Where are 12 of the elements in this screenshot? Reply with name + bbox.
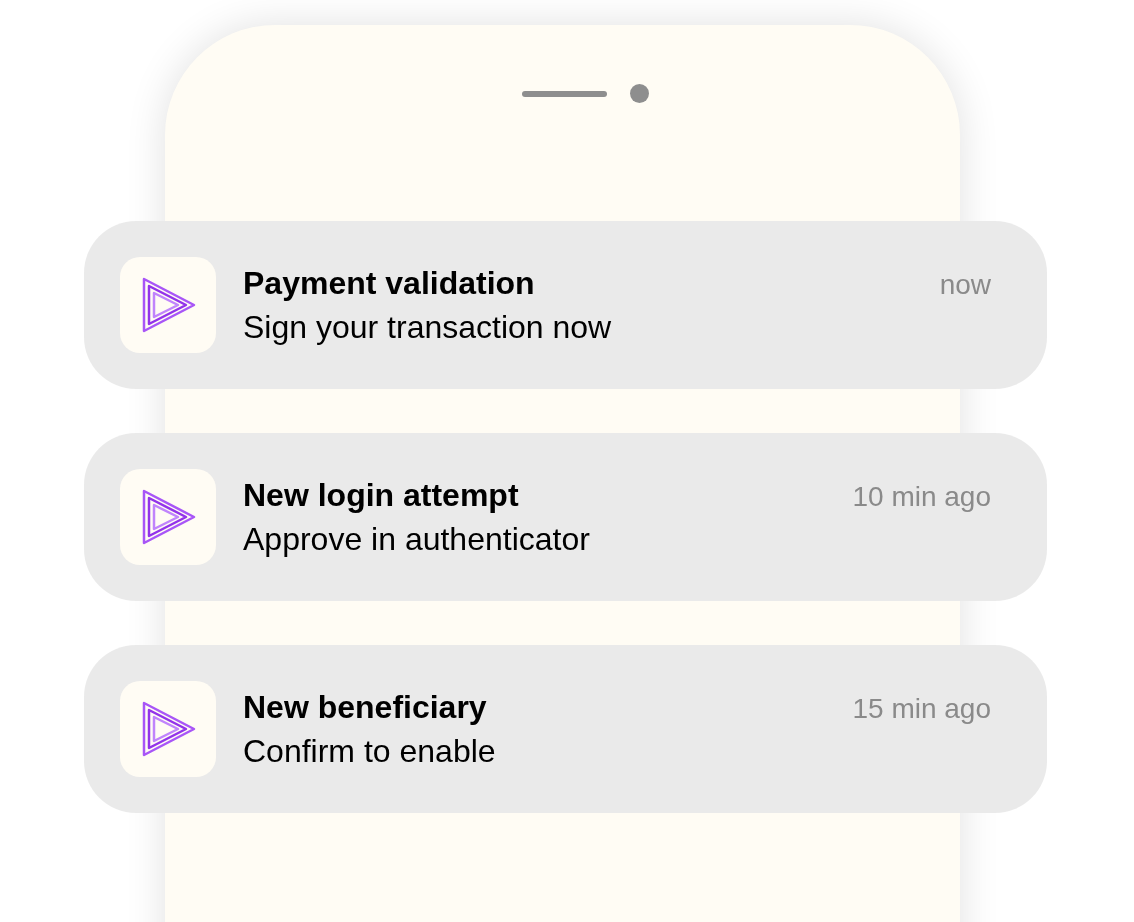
notification-time: 10 min ago bbox=[852, 483, 991, 511]
notification-title: New beneficiary bbox=[243, 691, 487, 723]
notification-time: now bbox=[939, 271, 991, 299]
notification-card[interactable]: New beneficiary 15 min ago Confirm to enable bbox=[84, 645, 1047, 813]
notification-title: New login attempt bbox=[243, 479, 519, 511]
notification-body: Confirm to enable bbox=[243, 735, 497, 767]
notification-body: Sign your transaction now bbox=[243, 311, 613, 343]
notification-card[interactable]: Payment validation now Sign your transaction now bbox=[84, 221, 1047, 389]
notification-time: 15 min ago bbox=[852, 695, 991, 723]
notification-card[interactable]: New login attempt 10 min ago Approve in authenticator bbox=[84, 433, 1047, 601]
notification-body: Approve in authenticator bbox=[243, 523, 591, 555]
notification-title: Payment validation bbox=[243, 267, 535, 299]
